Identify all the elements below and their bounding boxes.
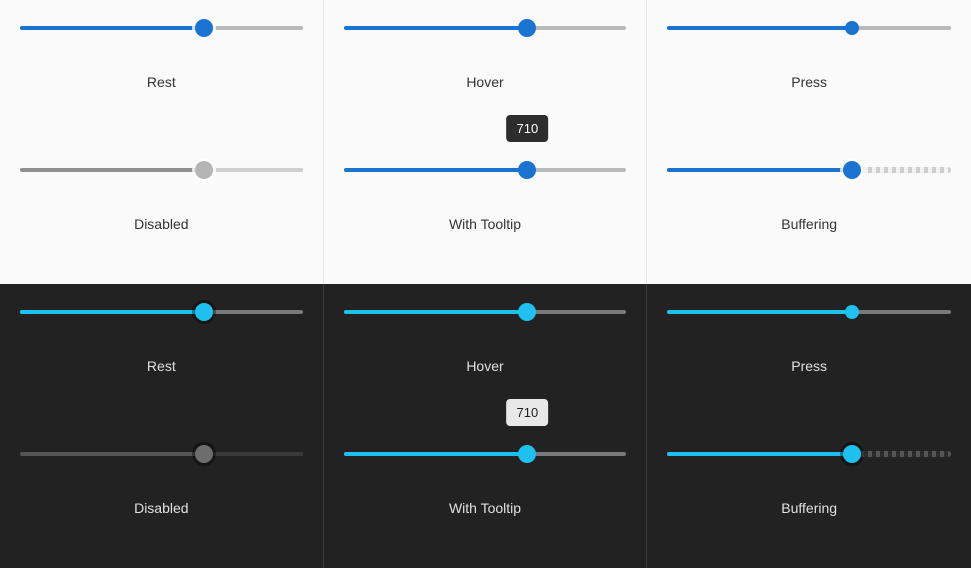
slider-thumb[interactable] — [195, 19, 213, 37]
state-label: With Tooltip — [449, 216, 521, 232]
slider-buffering[interactable] — [667, 152, 951, 188]
slider-hover[interactable] — [344, 294, 627, 330]
slider-rest[interactable] — [20, 10, 303, 46]
slider-thumb[interactable] — [518, 445, 536, 463]
slider-thumb[interactable] — [845, 305, 859, 319]
cell-dark-press: Press — [647, 284, 971, 426]
slider-tooltip: 710 — [507, 399, 549, 426]
state-label: Rest — [147, 358, 176, 374]
slider-rest[interactable] — [20, 294, 303, 330]
cell-dark-tooltip: 710 With Tooltip — [324, 426, 648, 568]
slider-thumb[interactable] — [843, 445, 861, 463]
state-label: Hover — [466, 74, 503, 90]
cell-dark-disabled: Disabled — [0, 426, 324, 568]
slider-tooltip: 710 — [507, 115, 549, 142]
slider-fill — [344, 310, 528, 314]
slider-fill — [667, 26, 851, 30]
cell-light-rest: Rest — [0, 0, 324, 142]
state-label: With Tooltip — [449, 500, 521, 516]
cell-light-buffering: Buffering — [647, 142, 971, 284]
state-label: Hover — [466, 358, 503, 374]
slider-press[interactable] — [667, 10, 951, 46]
state-label: Press — [791, 74, 827, 90]
slider-hover[interactable] — [344, 10, 627, 46]
slider-fill — [667, 168, 851, 172]
cell-light-hover: Hover — [324, 0, 648, 142]
slider-fill — [20, 26, 204, 30]
state-label: Disabled — [134, 216, 188, 232]
slider-thumb[interactable] — [195, 303, 213, 321]
slider-with-tooltip[interactable]: 710 — [344, 436, 627, 472]
slider-fill — [667, 310, 851, 314]
slider-buffering[interactable] — [667, 436, 951, 472]
slider-thumb[interactable] — [518, 303, 536, 321]
slider-thumb — [195, 161, 213, 179]
slider-fill — [344, 452, 528, 456]
slider-press[interactable] — [667, 294, 951, 330]
slider-disabled — [20, 152, 303, 188]
state-label: Press — [791, 358, 827, 374]
slider-states-gallery: Rest Hover Press Disabled — [0, 0, 971, 568]
state-label: Disabled — [134, 500, 188, 516]
slider-thumb[interactable] — [518, 19, 536, 37]
slider-fill — [667, 452, 851, 456]
cell-light-disabled: Disabled — [0, 142, 324, 284]
cell-dark-buffering: Buffering — [647, 426, 971, 568]
state-label: Buffering — [781, 216, 837, 232]
slider-thumb[interactable] — [845, 21, 859, 35]
slider-thumb[interactable] — [518, 161, 536, 179]
cell-dark-hover: Hover — [324, 284, 648, 426]
cell-light-tooltip: 710 With Tooltip — [324, 142, 648, 284]
slider-fill — [344, 26, 528, 30]
slider-fill — [20, 310, 204, 314]
slider-remaining — [204, 452, 303, 456]
slider-buffering-indicator — [852, 451, 951, 457]
slider-thumb[interactable] — [843, 161, 861, 179]
cell-dark-rest: Rest — [0, 284, 324, 426]
state-label: Buffering — [781, 500, 837, 516]
slider-remaining — [204, 168, 303, 172]
slider-disabled — [20, 436, 303, 472]
cell-light-press: Press — [647, 0, 971, 142]
slider-fill — [344, 168, 528, 172]
state-label: Rest — [147, 74, 176, 90]
slider-buffering-indicator — [852, 167, 951, 173]
slider-with-tooltip[interactable]: 710 — [344, 152, 627, 188]
slider-thumb — [195, 445, 213, 463]
